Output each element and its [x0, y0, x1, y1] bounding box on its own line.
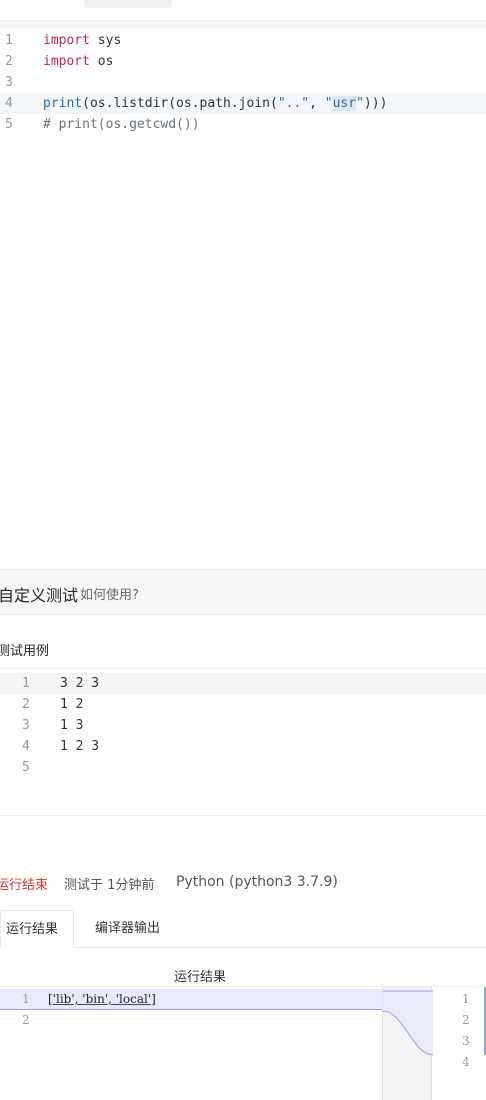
panel-divider: [0, 20, 486, 28]
case-line: 4 1 2 3: [0, 736, 486, 757]
code-text: ,: [309, 96, 325, 111]
line-number: 4: [22, 739, 30, 754]
string-literal: ": [356, 96, 364, 111]
case-text: 3 2 3: [60, 676, 100, 691]
case-text: 1 2: [60, 697, 84, 712]
run-status: 运行结束: [0, 878, 49, 893]
string-literal: usr: [332, 96, 357, 111]
line-number: 4: [462, 1055, 470, 1069]
string-literal: "..": [277, 96, 310, 111]
line-number: 2: [22, 697, 30, 712]
code-editor[interactable]: 1 import sys 2 import os 3 4 print(os.li…: [0, 30, 486, 570]
case-text: 1 2 3: [60, 739, 100, 754]
line-number: 1: [5, 33, 13, 48]
case-line: 2 1 2: [0, 694, 486, 715]
string-literal: ": [324, 96, 333, 111]
line-number: 5: [22, 760, 30, 775]
custom-test-header: 自定义测试 如何使用?: [0, 569, 486, 615]
result-title: 运行结果: [173, 970, 226, 985]
keyword: import: [43, 33, 90, 48]
case-line: 5: [0, 757, 486, 778]
code-line-active: 4 print(os.listdir(os.path.join("..", "u…: [0, 93, 486, 114]
tab-run-result[interactable]: 运行结果: [0, 910, 74, 948]
case-line-active: 1 3 2 3: [0, 673, 486, 694]
code-line: 1 import sys: [0, 30, 486, 51]
code-line: 5 # print(os.getcwd()): [0, 114, 486, 135]
code-line: 2 import os: [0, 51, 486, 72]
line-number: 2: [22, 1013, 30, 1027]
result-line: 2: [0, 1010, 382, 1031]
run-time: 测试于 1分钟前: [64, 878, 155, 893]
result-line-active: 1 ['lib', 'bin', 'local']: [0, 989, 382, 1010]
top-tab[interactable]: [84, 0, 172, 8]
output-text: ['lib', 'bin', 'local']: [48, 992, 156, 1006]
line-number: 1: [462, 992, 470, 1006]
help-link[interactable]: 如何使用?: [80, 584, 139, 603]
line-number: 4: [5, 96, 13, 111]
code-text: sys: [89, 33, 122, 48]
case-text: 1 3: [60, 718, 84, 733]
diff-connector: [382, 990, 434, 1056]
case-line: 3 1 3: [0, 715, 486, 736]
function-name: print: [43, 96, 83, 111]
section-title: 自定义测试: [0, 586, 79, 605]
test-cases-label: 测试用例: [0, 644, 50, 659]
line-number: 2: [462, 1013, 470, 1027]
keyword: import: [43, 54, 90, 69]
line-number: 1: [22, 992, 30, 1006]
code-text: ))): [363, 96, 388, 111]
line-number: 3: [22, 718, 30, 733]
line-number: 3: [462, 1034, 470, 1048]
line-number: 5: [5, 117, 13, 132]
comment: # print(os.getcwd()): [43, 117, 200, 132]
diff-gutter: [382, 987, 434, 1100]
language-label: Python (python3 3.7.9): [176, 874, 338, 890]
test-case-editor[interactable]: 1 3 2 3 2 1 2 3 1 3 4 1 2 3 5: [0, 668, 486, 816]
line-number: 1: [22, 676, 30, 691]
run-status-bar: 运行结束 测试于 1分钟前 Python (python3 3.7.9): [0, 874, 486, 894]
tab-compiler-output[interactable]: 编译器输出: [90, 910, 165, 948]
code-text: (os.listdir(os.path.join(: [82, 96, 278, 111]
code-text: os: [89, 54, 114, 69]
line-number: 3: [5, 75, 13, 90]
result-diff-view: 1 ['lib', 'bin', 'local'] 2 1 2 3 4: [0, 986, 486, 1100]
result-tabs: 运行结果 编译器输出: [0, 910, 486, 948]
code-line: 3: [0, 72, 486, 93]
line-number: 2: [5, 54, 13, 69]
